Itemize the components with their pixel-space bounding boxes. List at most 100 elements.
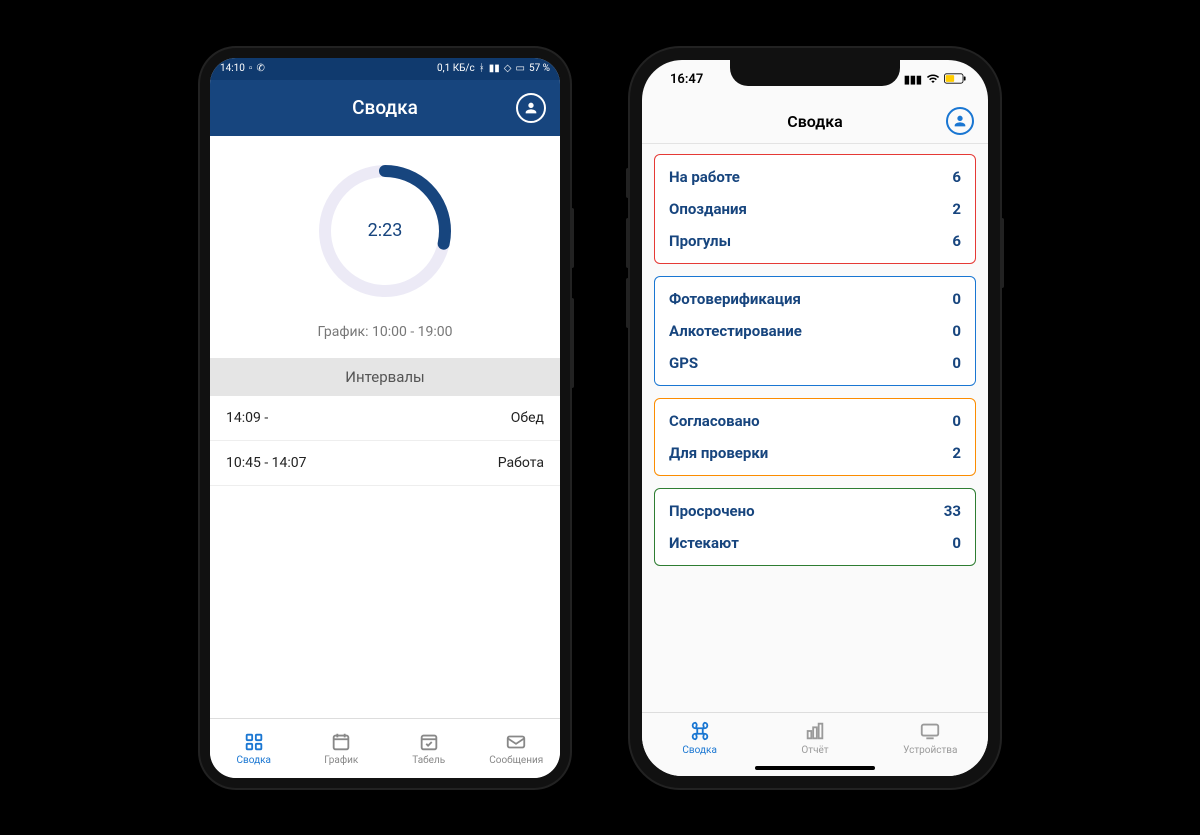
android-screen: 14:10 ▫ ✆ 0,1 КБ/с ᚼ ▮▮ ◇ ▭ 57 % Сводка <box>210 58 560 778</box>
monitor-icon <box>919 720 941 742</box>
ios-home-indicator <box>755 766 875 770</box>
stat-row: На работе 6 <box>655 161 975 193</box>
grid-icon <box>243 731 265 753</box>
tab-label: Отчёт <box>801 745 828 756</box>
sim-icon: ▫ <box>249 63 253 74</box>
progress-ring: 2:23 <box>310 156 460 306</box>
schedule-label: График: 10:00 - 19:00 <box>210 324 560 340</box>
interval-time: 10:45 - 14:07 <box>226 455 307 471</box>
tab-schedule[interactable]: График <box>298 719 386 778</box>
card-approval[interactable]: Согласовано 0 Для проверки 2 <box>654 398 976 476</box>
tab-timesheet[interactable]: Табель <box>385 719 473 778</box>
stat-label: На работе <box>669 168 740 186</box>
android-status-bar: 14:10 ▫ ✆ 0,1 КБ/с ᚼ ▮▮ ◇ ▭ 57 % <box>210 58 560 80</box>
stat-row: Согласовано 0 <box>655 405 975 437</box>
signal-icon: ▮▮ <box>489 63 500 74</box>
tab-summary[interactable]: Сводка <box>210 719 298 778</box>
tab-label: Сводка <box>682 745 716 756</box>
wifi-icon: ◇ <box>504 63 512 74</box>
tab-devices[interactable]: Устройства <box>873 713 988 764</box>
ios-phone-frame: 16:47 ▮▮▮ Сводка На работе 6 <box>630 48 1000 788</box>
summary-cards: На работе 6 Опоздания 2 Прогулы6 Фотовериф… <box>642 144 988 576</box>
stat-row: GPS 0 <box>655 347 975 379</box>
interval-time: 14:09 - <box>226 410 268 426</box>
profile-button[interactable] <box>516 93 546 123</box>
status-battery: 57 % <box>529 63 550 74</box>
card-attendance[interactable]: На работе 6 Опоздания 2 Прогулы6 <box>654 154 976 264</box>
stat-row: Опоздания 2 <box>655 193 975 225</box>
tab-label: Устройства <box>903 745 957 756</box>
stat-label: Истекают <box>669 534 739 552</box>
ios-notch <box>730 60 900 86</box>
battery-icon: ▭ <box>516 63 525 74</box>
signal-icon: ▮▮▮ <box>904 73 922 86</box>
ios-side-button <box>626 168 630 198</box>
stat-label: Алкотестирование <box>669 322 802 340</box>
status-time: 14:10 <box>220 63 245 74</box>
tab-label: Сообщения <box>489 755 543 766</box>
call-icon: ✆ <box>256 63 264 74</box>
tab-report[interactable]: Отчёт <box>757 713 872 764</box>
calendar-icon <box>330 731 352 753</box>
stat-value: 33 <box>944 502 961 520</box>
stat-label: Фотоверификация <box>669 290 801 308</box>
command-icon <box>689 720 711 742</box>
stat-row: Истекают 0 <box>655 527 975 559</box>
android-titlebar: Сводка <box>210 80 560 136</box>
tab-summary[interactable]: Сводка <box>642 713 757 764</box>
interval-row[interactable]: 10:45 - 14:07 Работа <box>210 441 560 486</box>
interval-type: Работа <box>498 455 544 471</box>
android-tabbar: Сводка График Табель Сообщения <box>210 718 560 778</box>
tab-label: График <box>324 755 358 766</box>
interval-type: Обед <box>511 410 544 426</box>
ios-side-button <box>626 218 630 268</box>
stat-label: Опоздания <box>669 200 747 218</box>
summary-panel: 2:23 График: 10:00 - 19:00 <box>210 136 560 358</box>
intervals-list: 14:09 - Обед 10:45 - 14:07 Работа <box>210 396 560 486</box>
stat-value: 6 <box>952 232 961 250</box>
stat-value: 2 <box>952 200 961 218</box>
stat-value: 0 <box>952 354 961 372</box>
ios-side-button <box>1000 218 1004 288</box>
intervals-header: Интервалы <box>210 358 560 396</box>
stat-value: 0 <box>952 412 961 430</box>
ios-side-button <box>626 278 630 328</box>
stat-label: Просрочено <box>669 502 755 520</box>
ios-titlebar: Сводка <box>642 100 988 144</box>
page-title: Сводка <box>352 96 418 119</box>
status-time: 16:47 <box>670 72 703 87</box>
mail-icon <box>505 731 527 753</box>
card-verification[interactable]: Фотоверификация 0 Алкотестирование 0 GPS 0 <box>654 276 976 386</box>
elapsed-time: 2:23 <box>310 156 460 306</box>
stat-row: Для проверки 2 <box>655 437 975 469</box>
interval-row[interactable]: 14:09 - Обед <box>210 396 560 441</box>
bluetooth-icon: ᚼ <box>479 63 485 74</box>
status-data-rate: 0,1 КБ/с <box>437 63 475 74</box>
stat-label: GPS <box>669 354 698 372</box>
stat-value: 6 <box>952 168 961 186</box>
stat-label: Согласовано <box>669 412 760 430</box>
android-side-button <box>570 208 574 268</box>
tab-label: Табель <box>412 755 445 766</box>
ios-screen: 16:47 ▮▮▮ Сводка На работе 6 <box>642 60 988 776</box>
stat-value: 0 <box>952 322 961 340</box>
card-deadlines[interactable]: Просрочено 33 Истекают 0 <box>654 488 976 566</box>
stat-value: 2 <box>952 444 961 462</box>
battery-icon <box>944 73 966 87</box>
stat-label: Для проверки <box>669 444 768 462</box>
profile-icon <box>516 93 546 123</box>
tab-messages[interactable]: Сообщения <box>473 719 561 778</box>
stat-value: 0 <box>952 534 961 552</box>
bar-chart-icon <box>804 720 826 742</box>
tab-label: Сводка <box>237 755 271 766</box>
profile-button[interactable] <box>946 107 974 135</box>
android-side-button <box>570 298 574 388</box>
wifi-icon <box>926 73 940 86</box>
stat-row: Прогулы6 <box>655 225 975 257</box>
stat-row: Фотоверификация 0 <box>655 283 975 315</box>
android-phone-frame: 14:10 ▫ ✆ 0,1 КБ/с ᚼ ▮▮ ◇ ▭ 57 % Сводка <box>200 48 570 788</box>
stat-row: Просрочено 33 <box>655 495 975 527</box>
stat-row: Алкотестирование 0 <box>655 315 975 347</box>
stat-value: 0 <box>952 290 961 308</box>
page-title: Сводка <box>787 112 842 131</box>
